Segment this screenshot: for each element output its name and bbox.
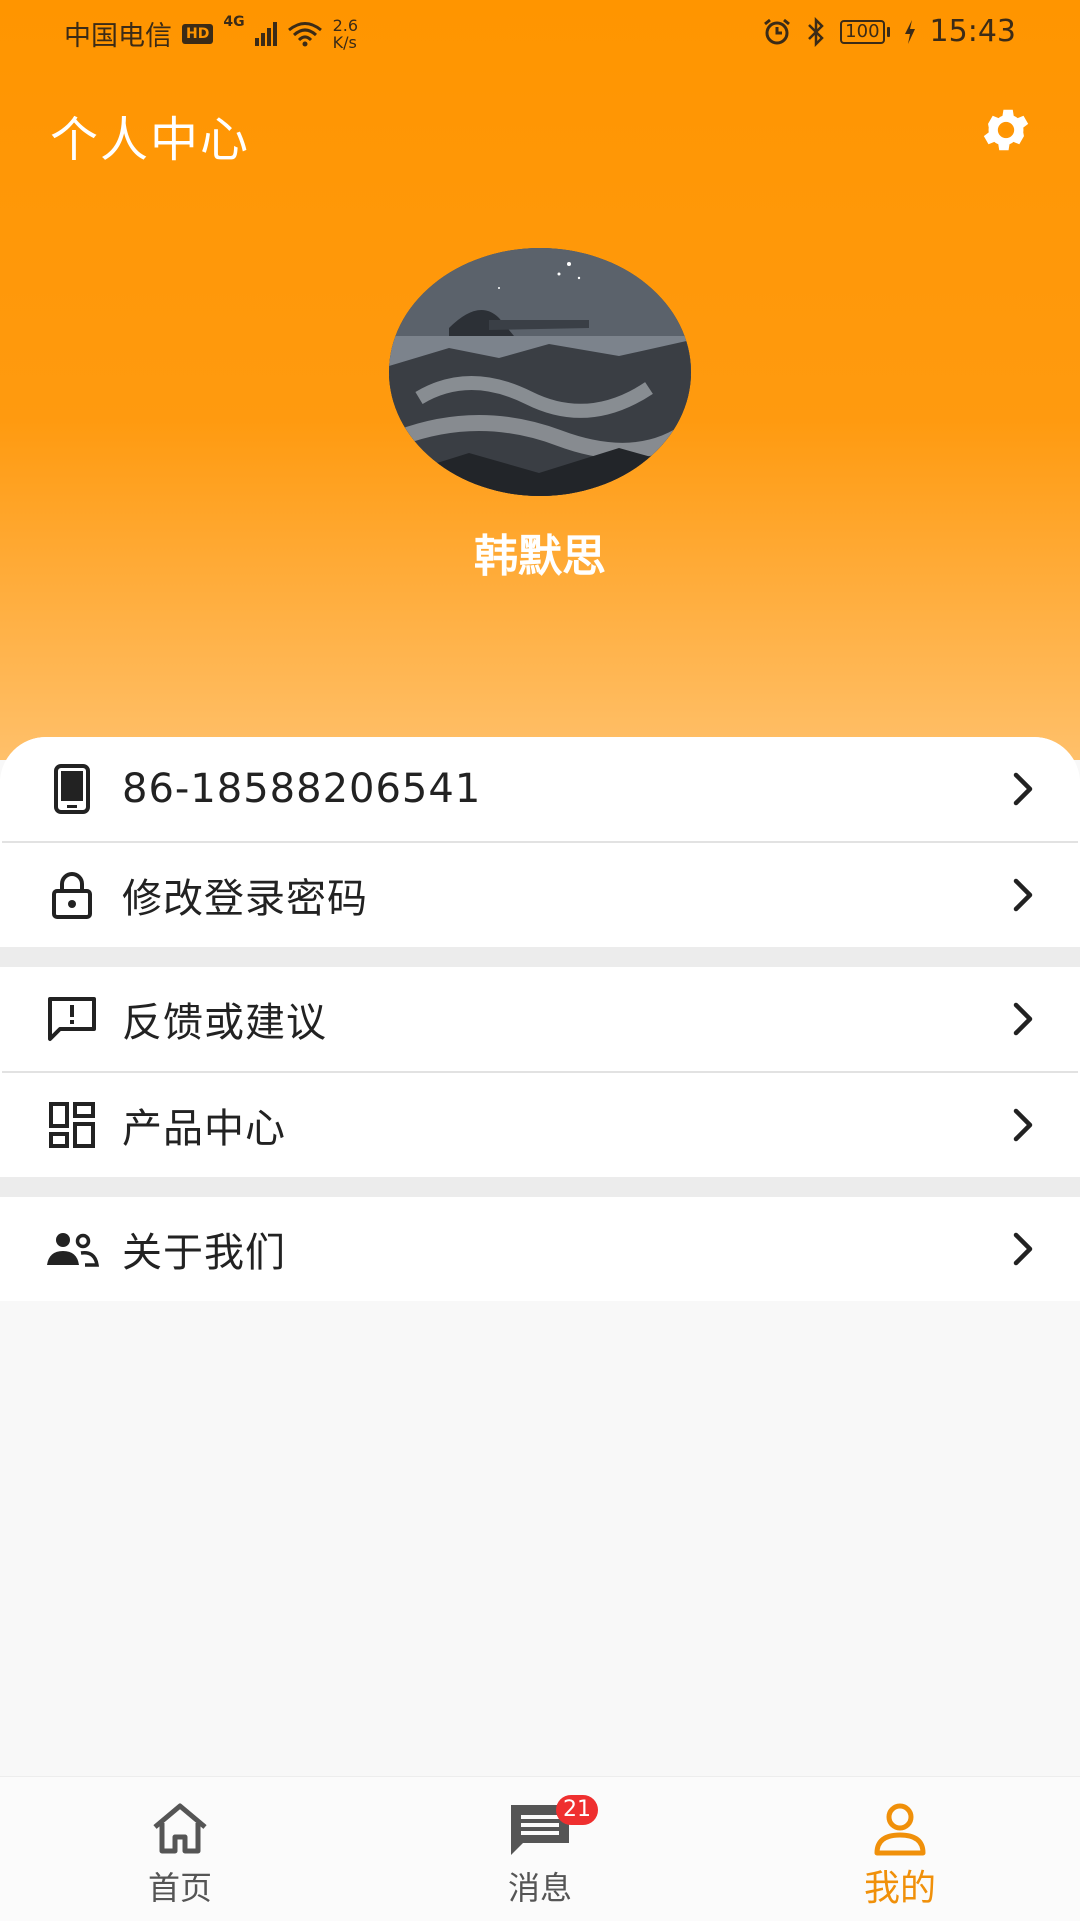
status-left: 中国电信 HD 4G 2.6 K/s <box>64 14 358 53</box>
grid-icon <box>44 1097 100 1153</box>
alarm-icon <box>764 18 791 44</box>
gear-icon <box>983 109 1029 151</box>
chevron-right-icon <box>1013 1108 1033 1142</box>
menu-item-phone[interactable]: 86-18588206541 <box>0 737 1080 841</box>
chevron-right-icon <box>1013 1232 1033 1266</box>
menu-item-about[interactable]: 关于我们 <box>0 1197 1080 1301</box>
network-type: 4G <box>223 14 245 30</box>
lock-icon <box>44 867 100 923</box>
profile-name: 韩默思 <box>474 531 606 582</box>
status-bar: 中国电信 HD 4G 2.6 K/s 100 15:43 <box>0 0 1080 62</box>
section-gap <box>0 947 1080 967</box>
tab-label: 我的 <box>863 1868 936 1909</box>
avatar[interactable] <box>389 248 691 496</box>
clock: 15:43 <box>929 14 1016 49</box>
bluetooth-icon <box>808 16 824 47</box>
hd-badge: HD <box>182 23 214 44</box>
battery-level: 100 <box>840 19 885 44</box>
tab-home[interactable]: 首页 <box>0 1777 360 1921</box>
unread-badge: 21 <box>556 1795 598 1825</box>
tab-mine[interactable]: 我的 <box>720 1777 1080 1921</box>
chevron-right-icon <box>1013 1002 1033 1036</box>
home-icon <box>153 1803 207 1854</box>
menu-item-label: 产品中心 <box>122 1106 286 1152</box>
menu-list: 86-18588206541 修改登录密码 反馈或建议 产品中心 关于我们 <box>0 737 1080 1301</box>
tab-label: 首页 <box>147 1869 212 1907</box>
menu-item-label: 反馈或建议 <box>122 1000 327 1046</box>
menu-item-label: 86-18588206541 <box>122 766 482 812</box>
menu-item-label: 修改登录密码 <box>122 876 368 922</box>
tab-messages[interactable]: 21 消息 <box>360 1777 720 1921</box>
people-icon <box>44 1221 100 1277</box>
carrier-name: 中国电信 <box>64 21 172 52</box>
charging-icon <box>904 19 915 44</box>
page-title: 个人中心 <box>50 112 251 168</box>
avatar-image <box>389 248 691 496</box>
status-right: 100 15:43 <box>762 14 1016 49</box>
signal-icon <box>254 21 277 46</box>
phone-icon <box>44 761 100 817</box>
menu-item-label: 关于我们 <box>122 1230 286 1276</box>
bottom-tab-bar: 首页 21 消息 我的 <box>0 1776 1080 1921</box>
speed-unit: K/s <box>332 32 357 52</box>
wifi-icon <box>287 21 322 46</box>
section-gap <box>0 1177 1080 1197</box>
settings-button[interactable] <box>976 100 1036 160</box>
menu-item-change-password[interactable]: 修改登录密码 <box>0 843 1080 947</box>
menu-item-products[interactable]: 产品中心 <box>0 1073 1080 1177</box>
feedback-icon <box>44 991 100 1047</box>
battery-icon: 100 <box>840 19 890 44</box>
network-speed: 2.6 K/s <box>333 17 358 51</box>
person-icon <box>874 1803 926 1856</box>
tab-label: 消息 <box>507 1869 572 1907</box>
chevron-right-icon <box>1013 772 1033 806</box>
chevron-right-icon <box>1013 878 1033 912</box>
menu-item-feedback[interactable]: 反馈或建议 <box>0 967 1080 1071</box>
title-bar: 个人中心 <box>0 90 1080 180</box>
